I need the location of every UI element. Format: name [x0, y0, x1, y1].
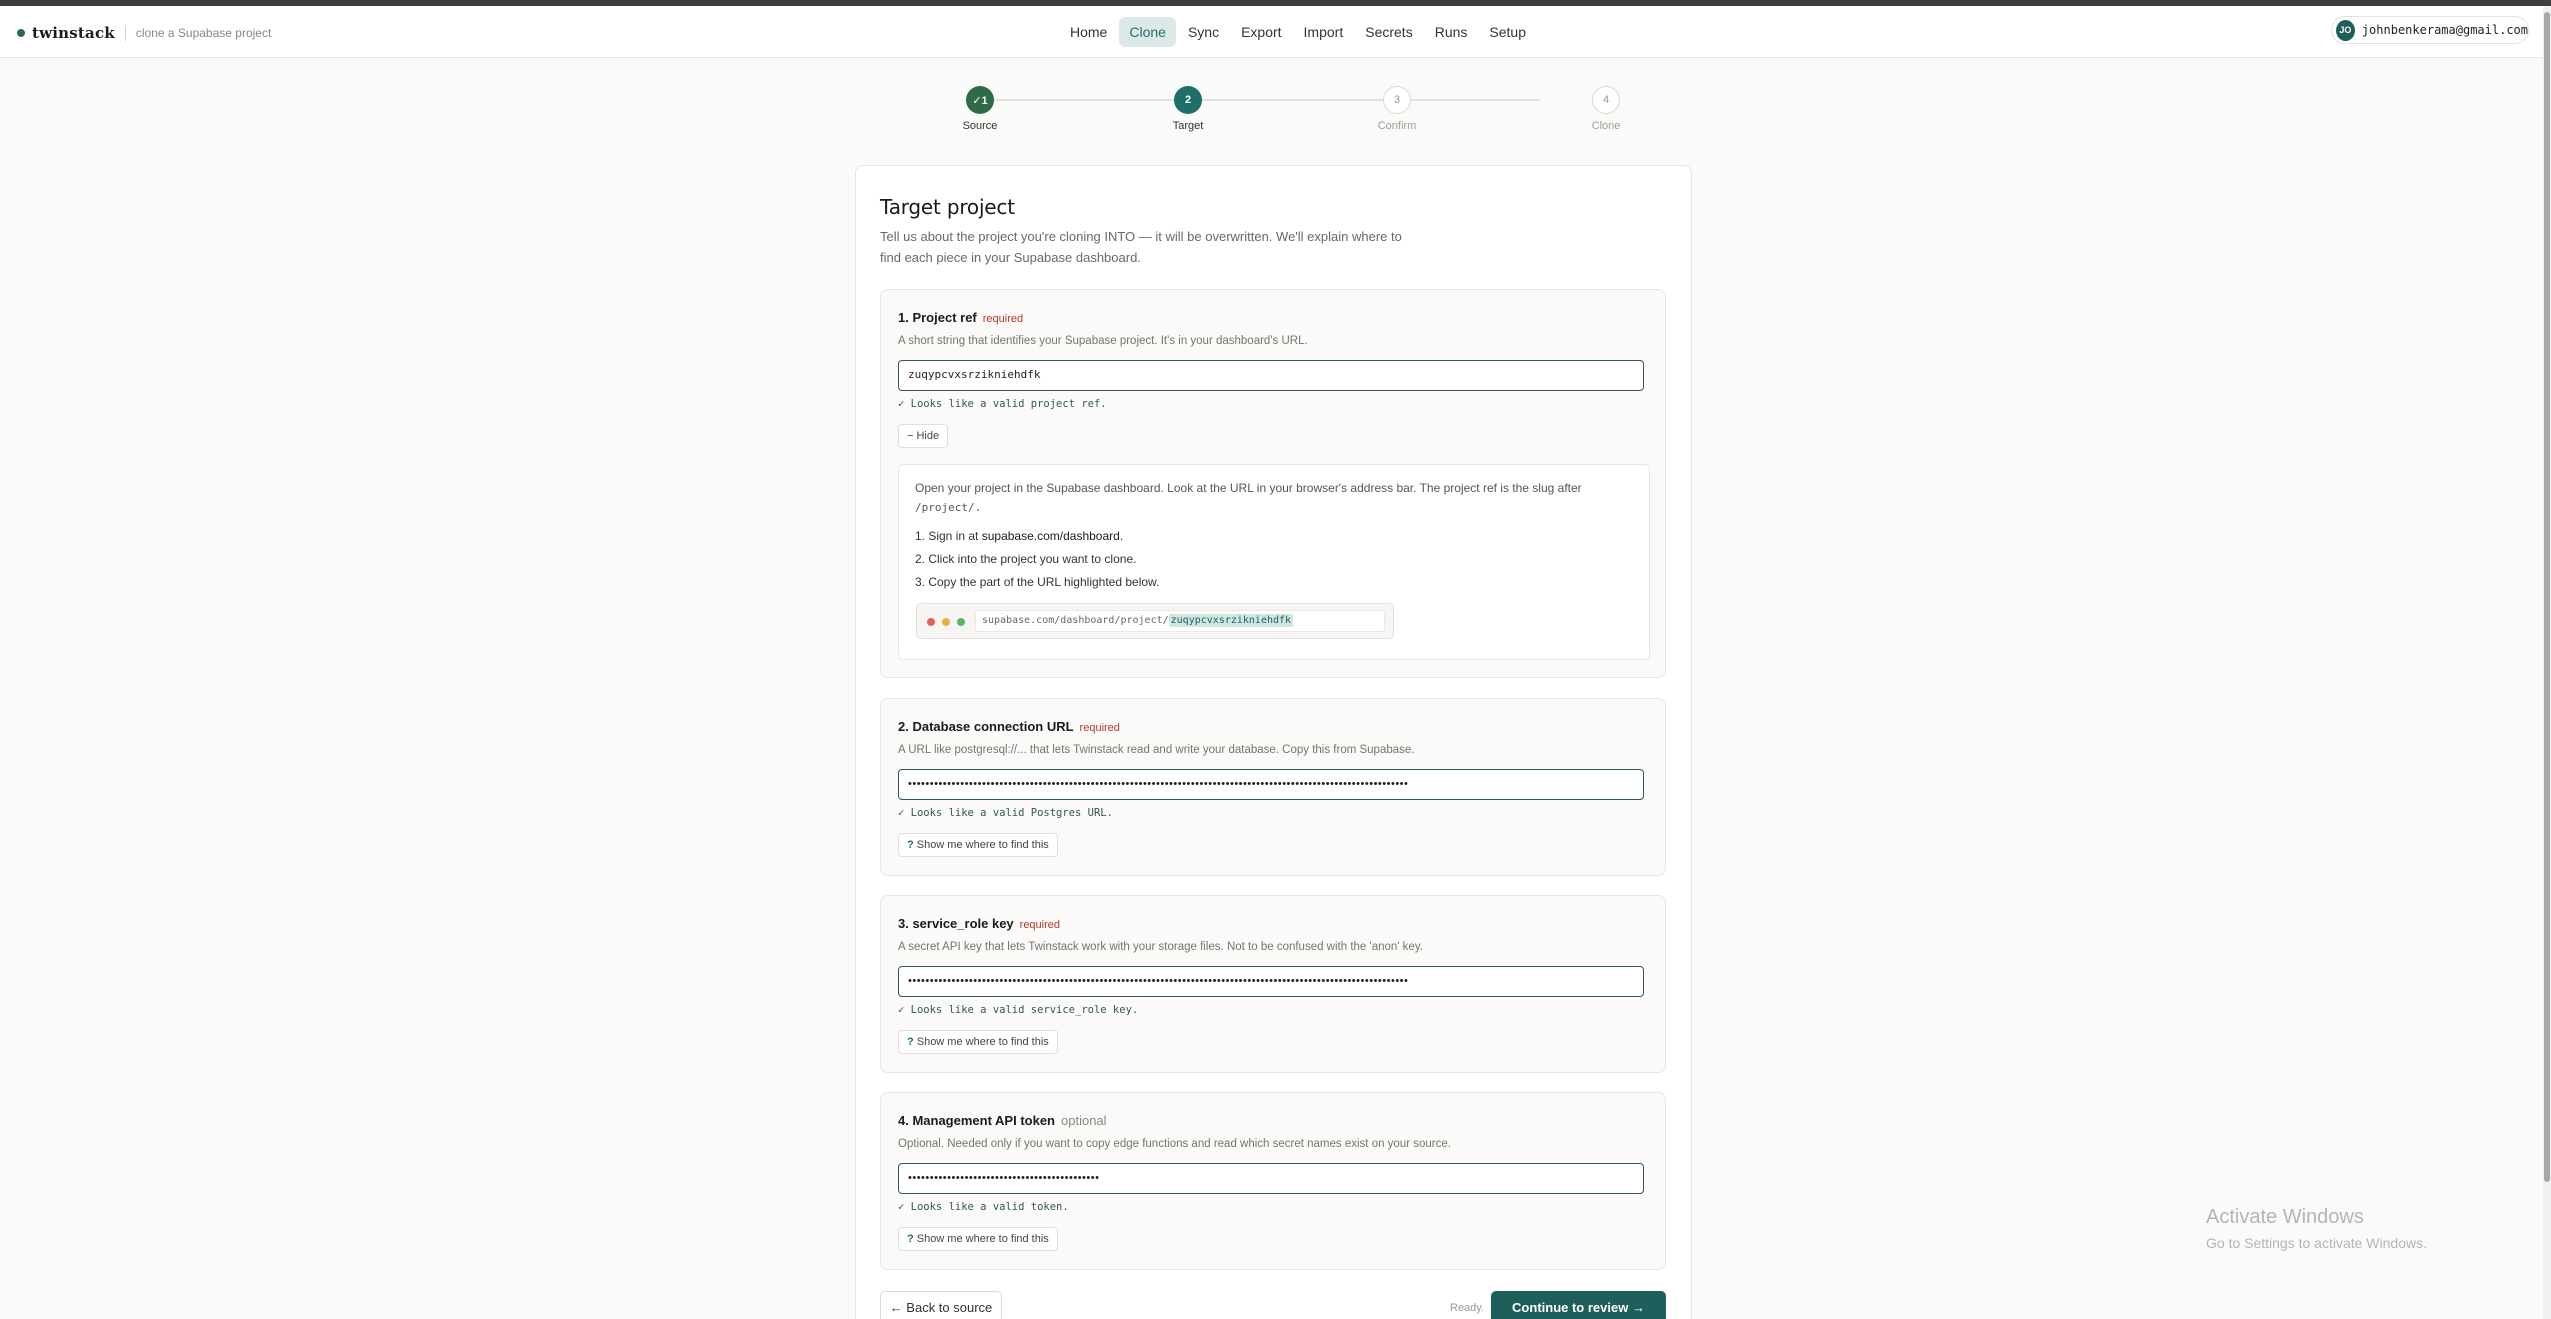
nav-runs[interactable]: Runs	[1425, 17, 1478, 47]
user-menu[interactable]: JO johnbenkerama@gmail.com	[2331, 16, 2529, 44]
mgmt-token-description: Optional. Needed only if you want to cop…	[898, 1138, 1451, 1150]
service-role-help-label: Show me where to find this	[916, 1036, 1049, 1048]
page-description: Tell us about the project you're cloning…	[880, 229, 1402, 265]
step-source: ✓1 Source	[940, 86, 1020, 132]
step-clone: 4 Clone	[1566, 86, 1646, 132]
url-project-ref-highlight: zuqypcvxsrzikniehdfk	[1168, 614, 1294, 627]
brand-name: twinstack	[32, 24, 115, 42]
project-ref-description: A short string that identifies your Supa…	[898, 335, 1308, 347]
url-prefix: supabase.com/dashboard/project/	[982, 615, 1169, 626]
step-target: 2 Target	[1148, 86, 1228, 132]
db-url-heading: 2. Database connection URL required	[898, 719, 1120, 734]
step-confirm-circle: 3	[1383, 86, 1411, 114]
question-icon: ?	[907, 839, 914, 851]
browser-minimize-dot-icon	[942, 618, 950, 626]
mgmt-token-title: 4. Management API token	[898, 1113, 1055, 1128]
help-intro: Open your project in the Supabase dashbo…	[915, 479, 1635, 517]
browser-close-dot-icon	[927, 618, 935, 626]
status-text: Ready.	[1450, 1302, 1485, 1314]
hide-help-button[interactable]: − Hide	[898, 424, 949, 448]
required-badge: required	[1079, 722, 1120, 734]
service-role-title: 3. service_role key	[898, 916, 1014, 931]
brand-separator	[124, 25, 126, 41]
step-target-label: Target	[1172, 120, 1204, 132]
step-target-circle: 2	[1174, 86, 1202, 114]
mgmt-token-valid-message: ✓ Looks like a valid token.	[898, 1201, 1069, 1213]
service-role-description: A secret API key that lets Twinstack wor…	[898, 941, 1423, 953]
help-intro-text: Open your project in the Supabase dashbo…	[915, 481, 1582, 495]
nav-sync[interactable]: Sync	[1178, 17, 1229, 47]
project-ref-help: Open your project in the Supabase dashbo…	[898, 464, 1650, 660]
nav-secrets[interactable]: Secrets	[1355, 17, 1422, 47]
mgmt-token-help-label: Show me where to find this	[916, 1233, 1049, 1245]
service-role-section: 3. service_role key required A secret API…	[880, 895, 1666, 1073]
help-step-1: 1. Sign in at supabase.com/dashboard.	[915, 525, 1159, 548]
mgmt-token-heading: 4. Management API token optional	[898, 1113, 1107, 1128]
db-url-help-button[interactable]: ? Show me where to find this	[898, 833, 1058, 857]
project-ref-valid-message: ✓ Looks like a valid project ref.	[898, 398, 1107, 410]
help-steps: 1. Sign in at supabase.com/dashboard. 2.…	[915, 525, 1159, 594]
step-confirm: 3 Confirm	[1357, 86, 1437, 132]
step-clone-label: Clone	[1591, 120, 1621, 132]
service-role-input[interactable]: ••••••••••••••••••••••••••••••••••••••••…	[898, 966, 1644, 997]
required-badge: required	[1019, 919, 1061, 931]
step-source-label: Source	[962, 120, 998, 132]
brand-tagline: clone a Supabase project	[135, 26, 272, 40]
nav-export[interactable]: Export	[1231, 17, 1291, 47]
project-ref-heading: 1. Project ref required	[898, 310, 1023, 325]
mgmt-token-input[interactable]: ••••••••••••••••••••••••••••••••••••••••…	[898, 1163, 1644, 1194]
dashboard-link[interactable]: supabase.com/dashboard	[982, 529, 1120, 543]
browser-mockup: supabase.com/dashboard/project/zuqypcvxs…	[916, 603, 1394, 639]
help-step-1-prefix: 1. Sign in at	[915, 529, 982, 543]
page-scrollbar-thumb[interactable]	[2544, 12, 2550, 1182]
mgmt-token-help-button[interactable]: ? Show me where to find this	[898, 1227, 1058, 1251]
stepper-line	[994, 99, 1540, 101]
brand-dot-icon	[17, 29, 25, 37]
avatar: JO	[2336, 19, 2355, 41]
help-step-3: 3. Copy the part of the URL highlighted …	[915, 575, 1160, 589]
optional-badge: optional	[1061, 1113, 1107, 1128]
required-badge: required	[982, 313, 1024, 325]
db-url-help-label: Show me where to find this	[916, 839, 1049, 851]
nav-clone[interactable]: Clone	[1119, 17, 1176, 47]
step-source-circle: ✓1	[966, 86, 994, 114]
activate-windows-title: Activate Windows	[2206, 1206, 2364, 1228]
question-icon: ?	[907, 1036, 914, 1048]
mgmt-token-section: 4. Management API token optional Optional…	[880, 1092, 1666, 1270]
db-url-valid-message: ✓ Looks like a valid Postgres URL.	[898, 807, 1113, 819]
browser-maximize-dot-icon	[957, 618, 965, 626]
activate-windows-subtitle: Go to Settings to activate Windows.	[2206, 1235, 2427, 1251]
user-email: johnbenkerama@gmail.com	[2361, 23, 2528, 37]
nav-setup[interactable]: Setup	[1479, 17, 1536, 47]
service-role-heading: 3. service_role key required	[898, 916, 1060, 931]
activate-windows-watermark: Activate Windows Go to Settings to activ…	[2206, 1206, 2427, 1251]
brand[interactable]: twinstack clone a Supabase project	[17, 24, 271, 42]
project-ref-title: 1. Project ref	[898, 310, 977, 325]
db-url-description: A URL like postgresql://... that lets Tw…	[898, 744, 1415, 756]
db-url-section: 2. Database connection URL required A URL…	[880, 698, 1666, 876]
help-intro-code: /project/.	[915, 501, 982, 514]
page-title: Target project	[880, 195, 1015, 219]
continue-to-review-button[interactable]: Continue to review →	[1491, 1291, 1666, 1319]
target-project-card: Target project Tell us about the project…	[855, 165, 1692, 1319]
step-clone-circle: 4	[1592, 86, 1620, 114]
db-url-title: 2. Database connection URL	[898, 719, 1074, 734]
nav-import[interactable]: Import	[1294, 17, 1354, 47]
project-ref-section: 1. Project ref required A short string th…	[880, 289, 1666, 678]
help-step-1-suffix: .	[1119, 529, 1124, 543]
help-step-2: 2. Click into the project you want to cl…	[915, 552, 1137, 566]
project-ref-input[interactable]: zuqypcvxsrzikniehdfk	[898, 360, 1644, 391]
app-header: twinstack clone a Supabase project Home …	[0, 6, 2551, 58]
main-nav: Home Clone Sync Export Import Secrets Ru…	[1060, 17, 1538, 47]
question-icon: ?	[907, 1233, 914, 1245]
db-url-input[interactable]: ••••••••••••••••••••••••••••••••••••••••…	[898, 769, 1644, 800]
step-confirm-label: Confirm	[1377, 120, 1417, 132]
back-to-source-button[interactable]: ← Back to source	[880, 1291, 1002, 1319]
wizard-stepper: ✓1 Source 2 Target 3 Confirm 4 Clone	[940, 86, 1620, 146]
service-role-valid-message: ✓ Looks like a valid service_role key.	[898, 1004, 1139, 1016]
service-role-help-button[interactable]: ? Show me where to find this	[898, 1030, 1058, 1054]
browser-url-bar: supabase.com/dashboard/project/zuqypcvxs…	[975, 610, 1385, 632]
nav-home[interactable]: Home	[1060, 17, 1117, 47]
